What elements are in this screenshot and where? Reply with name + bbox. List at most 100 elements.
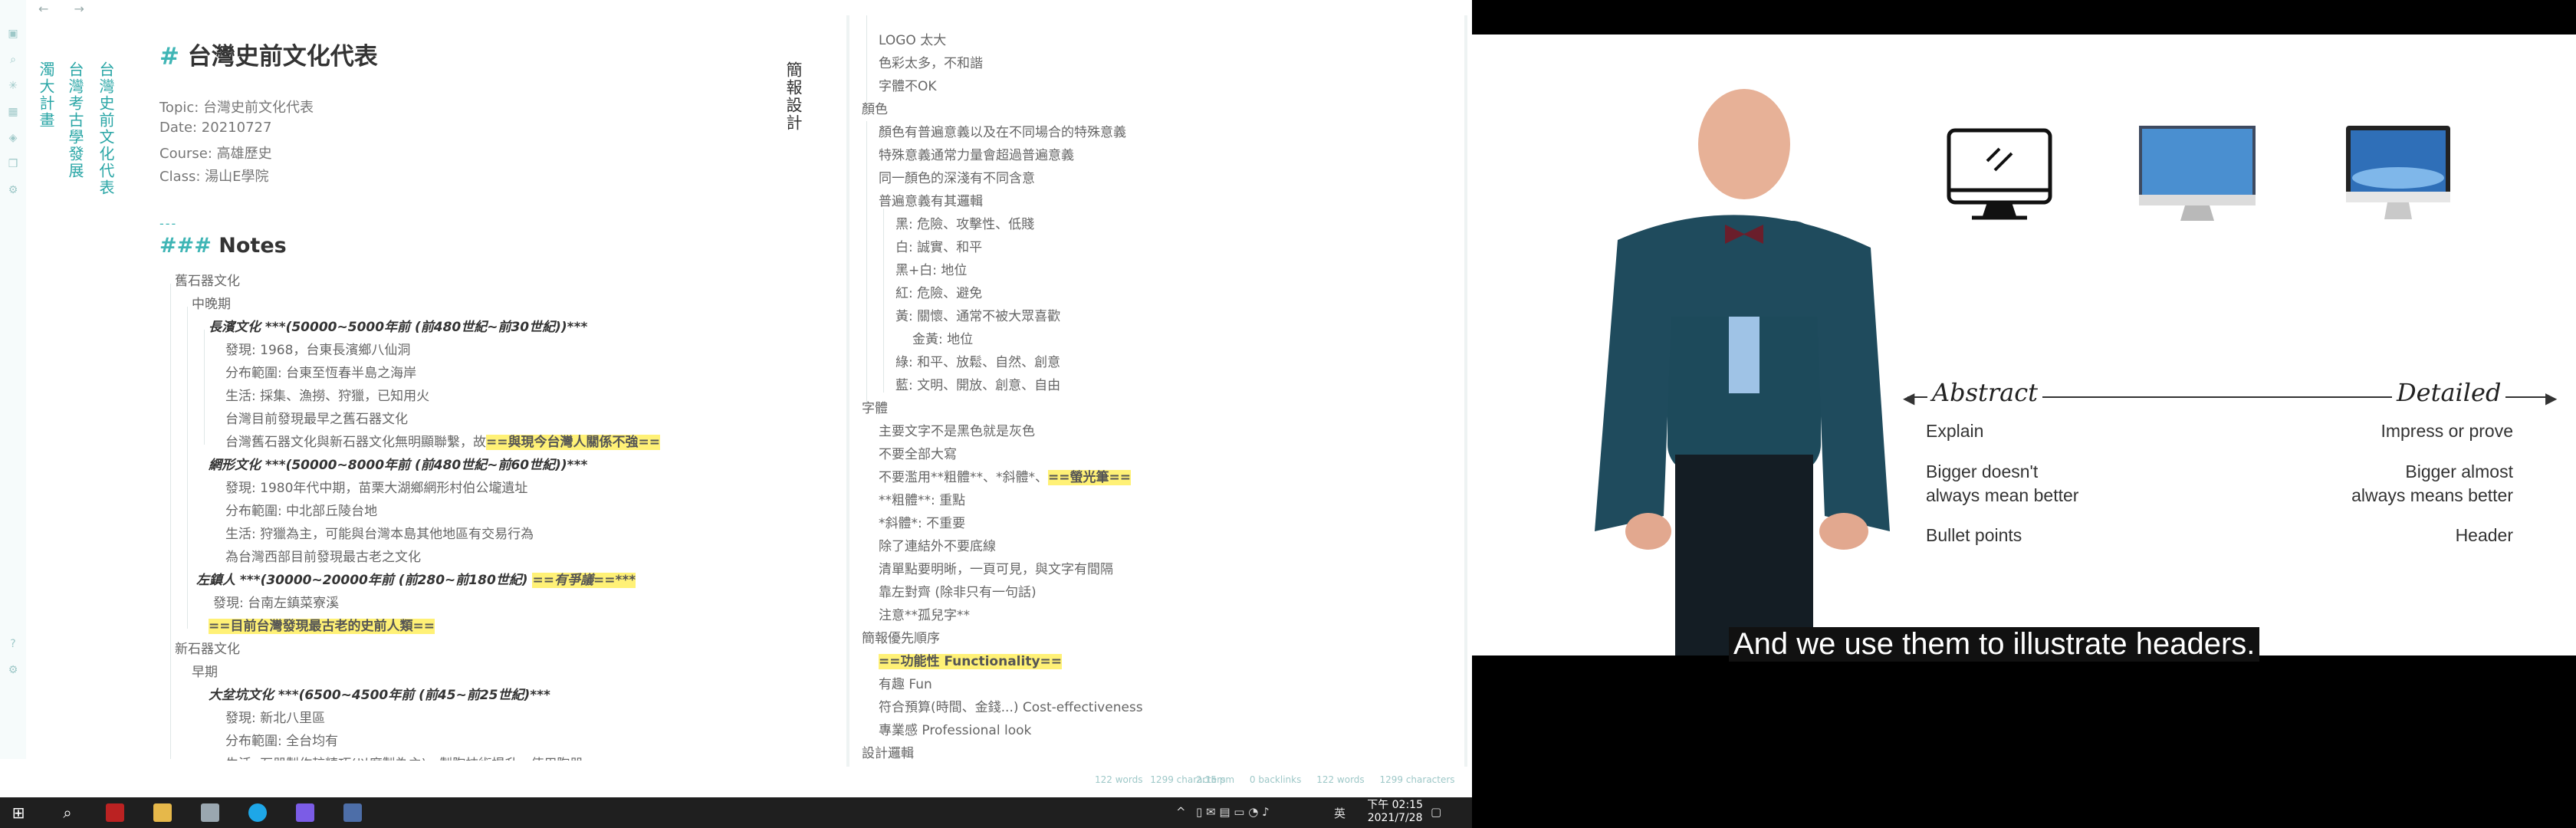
- list-item: 分布範圍: 全台均有: [225, 734, 339, 749]
- calendar-icon[interactable]: ▦: [7, 106, 19, 118]
- list-item: 注意**孤兒字**: [879, 608, 970, 623]
- tab-archaeology[interactable]: 台灣考古學發展: [64, 61, 87, 179]
- list-item: 為台灣西部目前發現最古老之文化: [225, 550, 421, 565]
- list-item: 早期: [192, 665, 218, 680]
- scrollbar[interactable]: [1464, 15, 1467, 767]
- search-icon[interactable]: ⌕: [58, 803, 77, 822]
- list-item: 顏色有普遍意義以及在不同場合的特殊意義: [879, 125, 1126, 140]
- highlight: ==功能性 Functionality==: [879, 654, 1063, 669]
- tray-icons[interactable]: ▯ ✉ ▤ ▭ ◔ ♪: [1196, 805, 1270, 819]
- list-item: 分布範圍: 台東至恆春半島之海岸: [225, 366, 417, 381]
- chevron-up-icon[interactable]: ^: [1176, 805, 1186, 819]
- left-monitor: ▣ ⌕ ✳ ▦ ◈ ❒ ⚙ ? ⚙ ← → 濁大計畫 台灣考古學發展 台灣史前文…: [0, 0, 1472, 828]
- meta-date: Date: 20210727: [159, 120, 272, 136]
- list-item: 發現: 新北八里區: [225, 711, 326, 726]
- printer-icon[interactable]: [201, 803, 219, 822]
- video-player[interactable]: ◀ ▶ Abstract Detailed Explain Bigger doe…: [1472, 0, 2576, 828]
- list-item: 藍: 文明、開放、創意、自由: [895, 378, 1061, 393]
- list-item: 色彩太多，不和諧: [879, 56, 983, 71]
- status-time: 2:15 pm: [1196, 774, 1235, 785]
- list-item: 靠左對齊 (除非只有一句話): [879, 585, 1037, 600]
- list-item: 有趣 Fun: [879, 677, 932, 692]
- word-count: 122 words: [1316, 774, 1365, 785]
- list-item: 普遍意義有其邏輯: [879, 194, 983, 209]
- highlight: ==目前台灣發現最古老的史前人類==: [209, 619, 435, 634]
- ime-indicator[interactable]: 英: [1334, 805, 1346, 821]
- list-item: 字體不OK: [879, 79, 937, 94]
- vault-icon[interactable]: ⚙: [7, 664, 19, 676]
- list-item: 左鎮人 ***(30000~20000年前 (前280~前180世紀) ==有爭…: [196, 569, 636, 588]
- left-ribbon: ▣ ⌕ ✳ ▦ ◈ ❒ ⚙ ? ⚙: [0, 0, 26, 759]
- list-item: 生活: 狩獵為主，可能與台灣本島其他地區有交易行為: [225, 527, 534, 542]
- axis-label-abstract: Abstract: [1927, 378, 2043, 407]
- list-item: 設計邏輯: [862, 746, 914, 761]
- meta-class: Class: 湯山E學院: [159, 169, 269, 185]
- list-item: 除了連結外不要底線: [879, 539, 996, 554]
- highlight: ==螢光筆==: [1048, 470, 1131, 485]
- highlight: ==有爭議==***: [532, 573, 636, 588]
- list-item: 黃: 關懷、通常不被大眾喜歡: [895, 309, 1061, 324]
- forward-button[interactable]: →: [74, 2, 84, 16]
- horizontal-rule: ---: [159, 216, 178, 231]
- arrow-right-icon: ▶: [2545, 389, 2558, 407]
- subtitle-caption: And we use them to illustrate headers.: [1729, 627, 2260, 662]
- list-item: 舊石器文化: [175, 274, 240, 289]
- file-explorer-icon[interactable]: [153, 803, 172, 822]
- tab-project[interactable]: 濁大計畫: [35, 61, 58, 129]
- help-icon[interactable]: ?: [7, 638, 19, 650]
- list-item: 金黃: 地位: [912, 332, 974, 347]
- list-item: 紅: 危險、避免: [895, 286, 983, 301]
- list-item: 發現: 台南左鎮菜寮溪: [213, 596, 340, 611]
- list-item: 發現: 1968，台東長濱鄉八仙洞: [225, 343, 411, 358]
- edge-browser-icon[interactable]: [248, 803, 267, 822]
- app-icon[interactable]: [106, 803, 124, 822]
- status-bar-right: 2:15 pm 0 backlinks 122 words 1299 chara…: [1196, 774, 1455, 785]
- list-item: 分布範圍: 中北部丘陵台地: [225, 504, 378, 519]
- list-item: 網形文化 ***(50000~8000年前 (前480世紀~前60世紀))***: [209, 458, 588, 473]
- books-icon[interactable]: [343, 803, 362, 822]
- search-icon[interactable]: ⌕: [7, 54, 19, 66]
- tag-icon[interactable]: ◈: [7, 132, 19, 144]
- list-item: **粗體**: 重點: [879, 493, 966, 508]
- list-item: ==功能性 Functionality==: [879, 650, 1063, 669]
- folder-icon[interactable]: ▣: [7, 28, 19, 40]
- notes-heading-text: Notes: [219, 234, 287, 258]
- list-item: 發現: 1980年代中期，苗栗大湖鄉網形村伯公壠遺址: [225, 481, 528, 496]
- graph-icon[interactable]: ✳: [7, 80, 19, 92]
- list-item-text: 台灣舊石器文化與新石器文化無明顯聯繫，故: [225, 435, 486, 450]
- clock-date: 2021/7/28: [1367, 812, 1423, 824]
- taskbar: ⊞ ⌕ ^ ▯ ✉ ▤ ▭ ◔ ♪ 英 下午 02:15 2021/7/28 ▢: [0, 797, 1472, 828]
- settings-icon[interactable]: ⚙: [7, 184, 19, 196]
- list-item: 台灣目前發現最早之舊石器文化: [225, 412, 408, 427]
- template-icon[interactable]: ❒: [7, 158, 19, 170]
- obsidian-icon[interactable]: [296, 803, 314, 822]
- clock[interactable]: 下午 02:15 2021/7/28: [1367, 799, 1423, 825]
- list-item: 綠: 和平、放鬆、自然、創意: [895, 355, 1061, 370]
- clock-time: 下午 02:15: [1367, 799, 1423, 811]
- list-item: 新石器文化: [175, 642, 240, 657]
- detailed-monitor-icon: [2344, 124, 2452, 227]
- list-item: 專業感 Professional look: [879, 723, 1032, 738]
- back-button[interactable]: ←: [38, 2, 48, 16]
- list-item: 黑: 危險、攻擊性、低賤: [895, 217, 1035, 232]
- windows-start-icon[interactable]: ⊞: [9, 803, 28, 822]
- list-item-text: 左鎮人 ***(30000~20000年前 (前280~前180世紀): [196, 573, 528, 588]
- scrollbar[interactable]: [846, 15, 849, 767]
- list-item: LOGO 太大: [879, 33, 947, 48]
- nav-arrows[interactable]: ← →: [38, 2, 84, 16]
- abstract-item: Bullet points: [1926, 525, 2022, 545]
- abstract-monitor-icon: [1946, 127, 2053, 230]
- list-item: 清單點要明晰，一頁可見，與文字有間隔: [879, 562, 1113, 577]
- slide: ◀ ▶ Abstract Detailed Explain Bigger doe…: [1472, 34, 2576, 662]
- presenter-figure: [1587, 71, 1894, 656]
- list-item: *斜體*: 不重要: [879, 516, 966, 531]
- abstract-item: Bigger doesn't always mean better: [1926, 462, 2079, 505]
- notification-icon[interactable]: ▢: [1431, 805, 1441, 819]
- tab-prehistoric[interactable]: 台灣史前文化代表: [95, 61, 117, 196]
- backlinks-count[interactable]: 0 backlinks: [1250, 774, 1301, 785]
- char-count: 1299 characters: [1379, 774, 1455, 785]
- arrow-left-icon: ◀: [1903, 389, 1915, 407]
- list-item: 生活: 石器製作較精巧(以磨製為主)，製陶技術提升，使用陶器: [225, 753, 583, 761]
- pane-title[interactable]: 簡報設計: [782, 61, 805, 132]
- list-item: 長濱文化 ***(50000~5000年前 (前480世紀~前30世紀))***: [209, 320, 588, 335]
